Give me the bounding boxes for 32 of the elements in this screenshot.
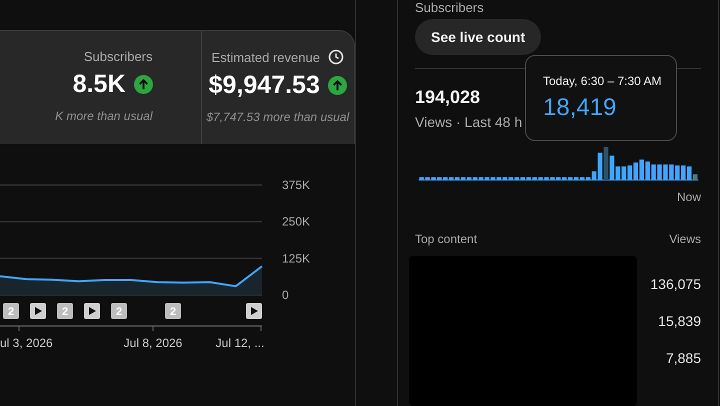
tooltip-value: 18,419 bbox=[543, 94, 618, 122]
axis-label: ul 3, 2026 bbox=[0, 336, 53, 350]
metric-note: K more than usual bbox=[55, 109, 152, 123]
metric-value: $9,947.53 bbox=[208, 71, 320, 100]
count-marker[interactable]: 2 bbox=[111, 303, 127, 319]
count-marker[interactable]: 2 bbox=[165, 303, 181, 319]
play-marker-icon[interactable] bbox=[30, 303, 46, 319]
column-heading: Top content bbox=[415, 232, 478, 246]
views-caption: Views · Last 48 h bbox=[415, 114, 522, 130]
metric-value: 8.5K bbox=[72, 70, 126, 99]
axis-label: Now bbox=[676, 190, 701, 204]
view-count: 7,885 bbox=[666, 350, 701, 366]
view-count: 15,839 bbox=[658, 312, 701, 329]
live-count-button[interactable]: See live count bbox=[415, 19, 542, 56]
axis-label: 0 bbox=[282, 288, 289, 302]
section-heading: Subscribers bbox=[415, 1, 485, 15]
metric-label: Estimated revenue bbox=[212, 50, 320, 64]
axis-label: 375K bbox=[282, 178, 310, 192]
count-marker[interactable]: 2 bbox=[57, 303, 73, 319]
tooltip-title: Today, 6:30 – 7:30 AM bbox=[543, 74, 663, 88]
metric-label: Subscribers bbox=[84, 49, 152, 64]
axis-label: Jul 12, ... bbox=[216, 336, 264, 350]
column-heading: Views bbox=[669, 232, 701, 246]
view-count: 136,075 bbox=[650, 276, 701, 292]
axis-label: 250K bbox=[282, 214, 310, 229]
axis-label: 125K bbox=[282, 251, 310, 266]
play-marker-icon[interactable] bbox=[246, 303, 262, 319]
metric-note: $7,747.53 more than usual bbox=[206, 110, 350, 124]
count-marker[interactable]: 2 bbox=[3, 303, 19, 319]
axis-label: Jul 8, 2026 bbox=[124, 336, 182, 350]
views-total: 194,028 bbox=[415, 87, 480, 108]
play-marker-icon[interactable] bbox=[84, 303, 100, 319]
